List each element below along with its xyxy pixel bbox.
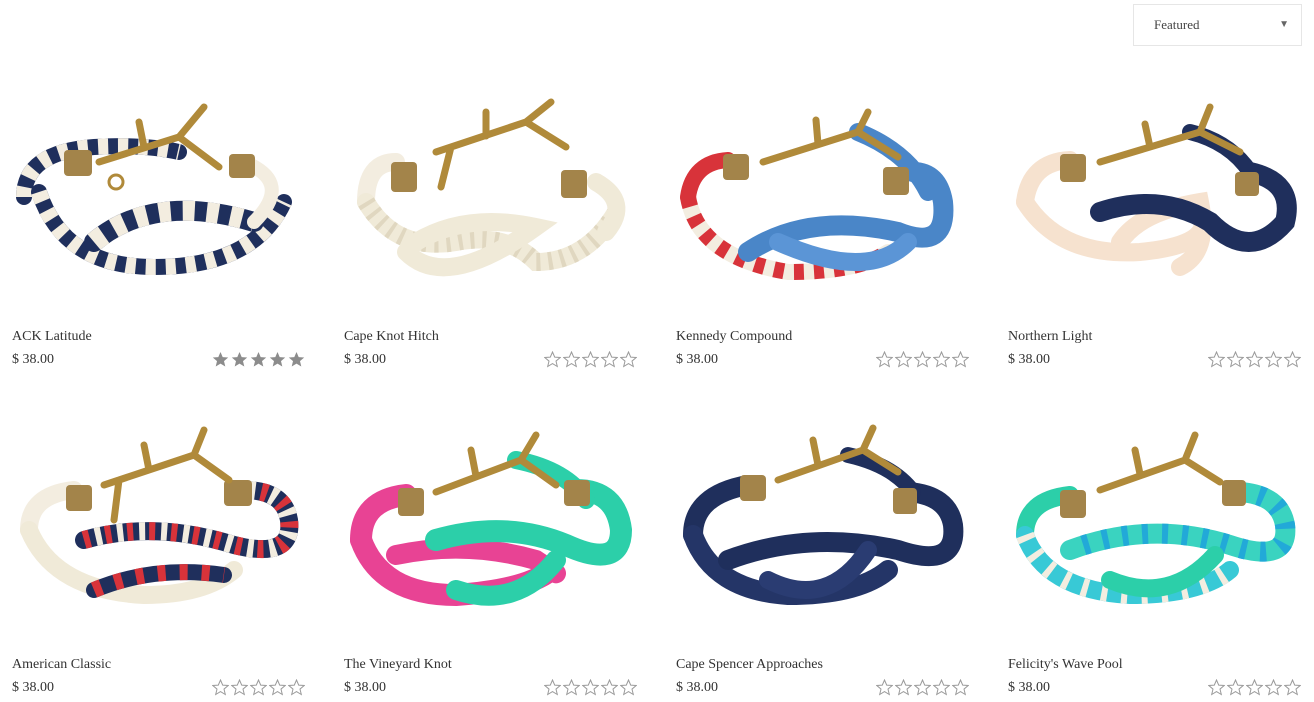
product-price: $ 38.00 [1008, 680, 1050, 695]
rating-stars [876, 351, 972, 369]
product-price: $ 38.00 [344, 352, 386, 367]
product-card[interactable]: Cape Spencer Approaches $ 38.00 [664, 420, 974, 702]
product-price: $ 38.00 [676, 352, 718, 367]
star-empty-icon[interactable] [895, 351, 912, 368]
star-empty-icon[interactable] [1284, 679, 1301, 696]
product-image[interactable] [668, 92, 970, 304]
star-empty-icon[interactable] [544, 679, 561, 696]
star-empty-icon[interactable] [1246, 679, 1263, 696]
product-price: $ 38.00 [1008, 352, 1050, 367]
star-empty-icon[interactable] [1227, 351, 1244, 368]
star-empty-icon[interactable] [1265, 679, 1282, 696]
sort-dropdown[interactable]: Featured ▼ [1133, 4, 1302, 46]
star-empty-icon[interactable] [895, 679, 912, 696]
star-empty-icon[interactable] [250, 679, 267, 696]
star-filled-icon[interactable] [231, 351, 248, 368]
star-empty-icon[interactable] [914, 679, 931, 696]
product-card[interactable]: Northern Light $ 38.00 [996, 92, 1306, 374]
rating-stars [544, 351, 640, 369]
star-empty-icon[interactable] [1208, 679, 1225, 696]
star-filled-icon[interactable] [212, 351, 229, 368]
star-empty-icon[interactable] [1227, 679, 1244, 696]
star-empty-icon[interactable] [620, 351, 637, 368]
star-empty-icon[interactable] [933, 351, 950, 368]
star-empty-icon[interactable] [582, 351, 599, 368]
product-name[interactable]: American Classic [12, 657, 111, 673]
rating-stars [876, 679, 972, 697]
star-empty-icon[interactable] [1284, 351, 1301, 368]
product-card[interactable]: Felicity's Wave Pool $ 38.00 [996, 420, 1306, 702]
product-name[interactable]: ACK Latitude [12, 329, 92, 345]
product-price: $ 38.00 [676, 680, 718, 695]
star-empty-icon[interactable] [933, 679, 950, 696]
star-empty-icon[interactable] [1246, 351, 1263, 368]
rating-stars [544, 679, 640, 697]
product-image[interactable] [1000, 420, 1302, 632]
product-card[interactable]: ACK Latitude $ 38.00 [0, 92, 310, 374]
rating-stars [212, 351, 308, 369]
rating-stars [212, 679, 308, 697]
star-empty-icon[interactable] [1208, 351, 1225, 368]
product-card[interactable]: Cape Knot Hitch $ 38.00 [332, 92, 642, 374]
star-empty-icon[interactable] [269, 679, 286, 696]
product-image[interactable] [668, 420, 970, 632]
star-filled-icon[interactable] [288, 351, 305, 368]
rating-stars [1208, 679, 1304, 697]
chevron-down-icon: ▼ [1279, 19, 1289, 30]
star-empty-icon[interactable] [563, 351, 580, 368]
product-name[interactable]: Kennedy Compound [676, 329, 792, 345]
product-name[interactable]: Cape Knot Hitch [344, 329, 439, 345]
star-empty-icon[interactable] [212, 679, 229, 696]
star-empty-icon[interactable] [1265, 351, 1282, 368]
star-empty-icon[interactable] [601, 351, 618, 368]
star-empty-icon[interactable] [544, 351, 561, 368]
product-card[interactable]: The Vineyard Knot $ 38.00 [332, 420, 642, 702]
star-empty-icon[interactable] [914, 351, 931, 368]
star-empty-icon[interactable] [582, 679, 599, 696]
product-image[interactable] [336, 92, 638, 304]
star-empty-icon[interactable] [952, 351, 969, 368]
star-empty-icon[interactable] [231, 679, 248, 696]
product-name[interactable]: Felicity's Wave Pool [1008, 657, 1123, 673]
star-empty-icon[interactable] [876, 351, 893, 368]
product-image[interactable] [4, 92, 306, 304]
product-name[interactable]: The Vineyard Knot [344, 657, 452, 673]
product-card[interactable]: American Classic $ 38.00 [0, 420, 310, 702]
star-empty-icon[interactable] [876, 679, 893, 696]
star-empty-icon[interactable] [620, 679, 637, 696]
product-image[interactable] [336, 420, 638, 632]
star-empty-icon[interactable] [601, 679, 618, 696]
product-price: $ 38.00 [12, 680, 54, 695]
rating-stars [1208, 351, 1304, 369]
star-filled-icon[interactable] [269, 351, 286, 368]
product-price: $ 38.00 [12, 352, 54, 367]
product-card[interactable]: Kennedy Compound $ 38.00 [664, 92, 974, 374]
product-price: $ 38.00 [344, 680, 386, 695]
star-filled-icon[interactable] [250, 351, 267, 368]
product-image[interactable] [4, 420, 306, 632]
sort-selected-label: Featured [1154, 17, 1200, 32]
star-empty-icon[interactable] [563, 679, 580, 696]
product-image[interactable] [1000, 92, 1302, 304]
star-empty-icon[interactable] [952, 679, 969, 696]
product-name[interactable]: Northern Light [1008, 329, 1092, 345]
product-name[interactable]: Cape Spencer Approaches [676, 657, 823, 673]
star-empty-icon[interactable] [288, 679, 305, 696]
